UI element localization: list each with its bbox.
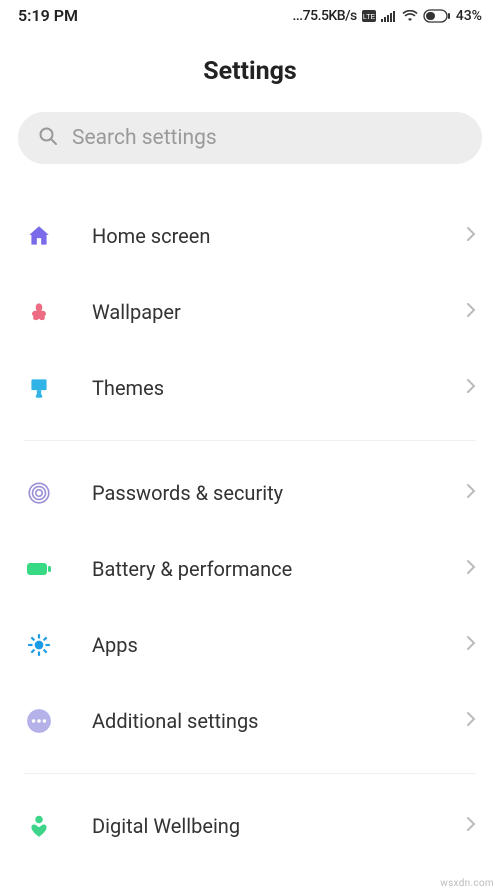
settings-item-label: Passwords & security — [92, 481, 466, 505]
settings-item-themes[interactable]: Themes — [0, 350, 500, 426]
more-icon — [24, 706, 54, 736]
settings-item-label: Battery & performance — [92, 557, 466, 581]
settings-item-wallpaper[interactable]: Wallpaper — [0, 274, 500, 350]
settings-item-label: Digital Wellbeing — [92, 814, 466, 838]
chevron-right-icon — [466, 635, 476, 655]
volte-icon: LTE — [362, 10, 376, 22]
settings-item-apps[interactable]: Apps — [0, 607, 500, 683]
divider — [24, 440, 476, 441]
wifi-icon — [402, 10, 418, 22]
page-title: Settings — [0, 57, 500, 86]
chevron-right-icon — [466, 378, 476, 398]
chevron-right-icon — [466, 483, 476, 503]
divider — [24, 773, 476, 774]
settings-item-passwords-security[interactable]: Passwords & security — [0, 455, 500, 531]
battery-icon — [423, 9, 451, 23]
settings-item-digital-wellbeing[interactable]: Digital Wellbeing — [0, 788, 500, 864]
settings-item-battery-performance[interactable]: Battery & performance — [0, 531, 500, 607]
settings-item-label: Themes — [92, 376, 466, 400]
chevron-right-icon — [466, 559, 476, 579]
chevron-right-icon — [466, 711, 476, 731]
settings-item-label: Additional settings — [92, 709, 466, 733]
svg-text:LTE: LTE — [363, 14, 376, 21]
status-bar: 5:19 PM ...75.5KB/s LTE 43% — [0, 0, 500, 29]
brush-icon — [24, 373, 54, 403]
fingerprint-icon — [24, 478, 54, 508]
status-battery-pct: 43% — [456, 8, 482, 24]
search-input[interactable]: Search settings — [18, 112, 482, 164]
home-icon — [24, 221, 54, 251]
settings-item-label: Home screen — [92, 224, 466, 248]
flower-icon — [24, 297, 54, 327]
chevron-right-icon — [466, 302, 476, 322]
settings-item-label: Apps — [92, 633, 466, 657]
heart-person-icon — [24, 811, 54, 841]
search-placeholder: Search settings — [72, 126, 217, 150]
search-icon — [38, 126, 58, 150]
settings-item-home-screen[interactable]: Home screen — [0, 198, 500, 274]
battery-icon — [24, 554, 54, 584]
watermark: wsxdn.com — [440, 878, 494, 889]
chevron-right-icon — [466, 226, 476, 246]
signal-icon — [381, 10, 397, 22]
status-net-speed: ...75.5KB/s — [292, 8, 356, 24]
chevron-right-icon — [466, 816, 476, 836]
settings-item-additional-settings[interactable]: Additional settings — [0, 683, 500, 759]
settings-item-label: Wallpaper — [92, 300, 466, 324]
status-time: 5:19 PM — [18, 6, 78, 25]
status-right: ...75.5KB/s LTE 43% — [292, 8, 482, 24]
gear-icon — [24, 630, 54, 660]
